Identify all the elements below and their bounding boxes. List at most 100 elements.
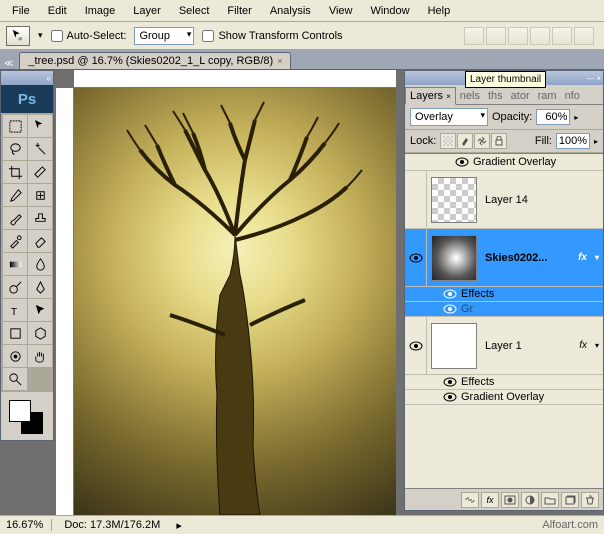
tab-info[interactable]: nfo — [561, 88, 584, 104]
pen-tool[interactable] — [28, 276, 52, 298]
visibility-icon[interactable] — [443, 304, 457, 314]
visibility-icon[interactable] — [443, 392, 457, 402]
crop-tool[interactable] — [3, 161, 27, 183]
eraser-tool[interactable] — [28, 230, 52, 252]
path-select-tool[interactable] — [28, 299, 52, 321]
opacity-input[interactable]: 60% — [536, 109, 570, 125]
3d-tool[interactable] — [28, 322, 52, 344]
layer-row-selected[interactable]: Skies0202...fx▾ — [405, 229, 603, 287]
hand-tool[interactable] — [28, 345, 52, 367]
blend-mode-combo[interactable]: Overlay — [410, 108, 488, 126]
toolbox-header[interactable]: « — [1, 71, 53, 85]
menu-analysis[interactable]: Analysis — [262, 3, 319, 19]
visibility-icon[interactable] — [443, 289, 457, 299]
lock-transparent-icon[interactable] — [440, 133, 456, 149]
lock-pixels-icon[interactable] — [457, 133, 473, 149]
close-icon[interactable]: × — [596, 74, 601, 83]
slice-tool[interactable] — [28, 161, 52, 183]
align-top-icon[interactable] — [464, 27, 484, 45]
lock-all-icon[interactable] — [491, 133, 507, 149]
menu-window[interactable]: Window — [362, 3, 417, 19]
menu-layer[interactable]: Layer — [125, 3, 169, 19]
foreground-color-swatch[interactable] — [9, 400, 31, 422]
menu-edit[interactable]: Edit — [40, 3, 75, 19]
menu-view[interactable]: View — [321, 3, 361, 19]
document-tab-close-icon[interactable]: × — [277, 56, 282, 66]
status-menu-icon[interactable]: ▸ — [176, 519, 182, 532]
stamp-tool[interactable] — [28, 207, 52, 229]
layer-thumbnail[interactable] — [431, 177, 477, 223]
effects-row[interactable]: Effects Layer thumbnail — [405, 287, 603, 302]
effect-gradient-overlay-top[interactable]: Gradient Overlay — [405, 154, 603, 171]
tab-navigator[interactable]: ator — [507, 88, 534, 104]
tab-channels[interactable]: nels — [456, 88, 484, 104]
visibility-icon[interactable] — [409, 341, 423, 351]
layer-style-icon[interactable]: fx — [481, 492, 499, 508]
minimize-icon[interactable]: — — [586, 74, 594, 83]
align-hcenter-icon[interactable] — [552, 27, 572, 45]
3d-camera-tool[interactable] — [3, 345, 27, 367]
menu-help[interactable]: Help — [420, 3, 459, 19]
color-swatches[interactable] — [5, 396, 49, 436]
zoom-tool[interactable] — [3, 368, 27, 390]
menu-select[interactable]: Select — [171, 3, 218, 19]
group-icon[interactable] — [541, 492, 559, 508]
zoom-level[interactable]: 16.67% — [6, 519, 52, 531]
gradient-tool[interactable] — [3, 253, 27, 275]
effect-gradient-overlay[interactable]: Gradient Overlay — [405, 390, 603, 405]
menu-file[interactable]: File — [4, 3, 38, 19]
fx-badge[interactable]: fx — [578, 252, 587, 263]
adjustment-layer-icon[interactable] — [521, 492, 539, 508]
menu-image[interactable]: Image — [77, 3, 124, 19]
layer-row[interactable]: Layer 14 — [405, 171, 603, 229]
delete-layer-icon[interactable] — [581, 492, 599, 508]
menu-filter[interactable]: Filter — [219, 3, 259, 19]
marquee-tool[interactable] — [3, 115, 27, 137]
effect-gradient-overlay[interactable]: Gr — [405, 302, 603, 317]
align-vcenter-icon[interactable] — [486, 27, 506, 45]
auto-select-target-combo[interactable]: Group — [134, 27, 194, 45]
layer-thumbnail[interactable] — [431, 323, 477, 369]
tab-paths[interactable]: ths — [484, 88, 507, 104]
move-tool[interactable] — [28, 115, 52, 137]
lock-position-icon[interactable] — [474, 133, 490, 149]
auto-select-checkbox[interactable]: Auto-Select: — [51, 30, 127, 42]
new-layer-icon[interactable] — [561, 492, 579, 508]
tab-histogram[interactable]: ram — [534, 88, 561, 104]
fx-badge[interactable]: fx — [579, 340, 587, 351]
move-tool-indicator[interactable] — [6, 26, 30, 46]
type-tool[interactable]: T — [3, 299, 27, 321]
visibility-icon[interactable] — [409, 253, 423, 263]
history-brush-tool[interactable] — [3, 230, 27, 252]
fill-flyout-icon[interactable]: ▸ — [594, 137, 598, 146]
heal-tool[interactable] — [28, 184, 52, 206]
layer-mask-icon[interactable] — [501, 492, 519, 508]
blur-tool[interactable] — [28, 253, 52, 275]
lasso-tool[interactable] — [3, 138, 27, 160]
dodge-tool[interactable] — [3, 276, 27, 298]
tab-layers[interactable]: Layers × — [405, 87, 456, 105]
shape-tool[interactable] — [3, 322, 27, 344]
collapse-icon[interactable]: « — [47, 74, 51, 83]
ruler-vertical[interactable] — [56, 88, 74, 515]
layer-name[interactable]: Layer 1fx▾ — [481, 340, 603, 352]
wand-tool[interactable] — [28, 138, 52, 160]
fill-input[interactable]: 100% — [556, 133, 590, 149]
canvas[interactable] — [74, 88, 396, 515]
show-transform-checkbox[interactable]: Show Transform Controls — [202, 30, 342, 42]
layer-name[interactable]: Layer 14 — [481, 194, 603, 206]
ruler-horizontal[interactable] — [74, 70, 396, 88]
visibility-icon[interactable] — [443, 377, 457, 387]
align-bottom-icon[interactable] — [508, 27, 528, 45]
layer-thumbnail[interactable] — [431, 235, 477, 281]
align-left-icon[interactable] — [530, 27, 550, 45]
layer-row[interactable]: Layer 1fx▾ — [405, 317, 603, 375]
tab-scroll-left-icon[interactable]: ≪ — [4, 58, 13, 69]
opacity-flyout-icon[interactable]: ▸ — [574, 113, 578, 122]
effects-row[interactable]: Effects — [405, 375, 603, 390]
link-layers-icon[interactable] — [461, 492, 479, 508]
layer-name[interactable]: Skies0202...fx▾ — [481, 252, 603, 264]
document-tab[interactable]: _tree.psd @ 16.7% (Skies0202_1_L copy, R… — [19, 52, 291, 69]
align-right-icon[interactable] — [574, 27, 594, 45]
visibility-icon[interactable] — [455, 157, 469, 167]
